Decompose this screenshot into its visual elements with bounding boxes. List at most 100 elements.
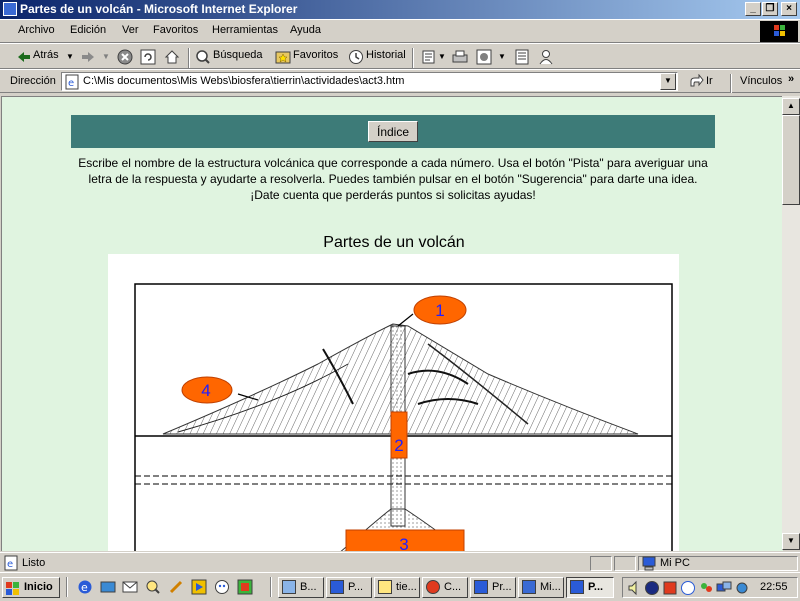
media-quicklaunch-icon[interactable] xyxy=(191,579,207,595)
go-button[interactable]: Ir xyxy=(706,75,713,87)
edit-icon[interactable] xyxy=(476,49,492,65)
vertical-scrollbar[interactable]: ▲ ▼ xyxy=(782,96,800,550)
paint-quicklaunch-icon[interactable] xyxy=(237,579,253,595)
scroll-down-button[interactable]: ▼ xyxy=(782,533,800,550)
task-button[interactable]: tie... xyxy=(374,577,420,598)
search-button[interactable]: Búsqueda xyxy=(213,49,263,61)
maximize-button[interactable]: ❐ xyxy=(762,2,778,16)
taskbar-separator xyxy=(66,577,68,597)
task-label: Pr... xyxy=(492,581,512,593)
tray-app-icon[interactable] xyxy=(644,580,660,596)
network-tray-icon[interactable] xyxy=(716,580,732,596)
task-button[interactable]: P... xyxy=(326,577,372,598)
antivirus-icon[interactable] xyxy=(662,580,678,596)
svg-text:e: e xyxy=(7,559,13,570)
zone-text: Mi PC xyxy=(660,557,690,569)
minimize-button[interactable]: _ xyxy=(745,2,761,16)
window-icon xyxy=(282,580,296,594)
messenger-quicklaunch-icon[interactable] xyxy=(214,579,230,595)
clock: 22:55 xyxy=(760,581,788,593)
edit-dropdown-icon[interactable]: ▼ xyxy=(498,52,506,61)
address-label: Dirección xyxy=(10,75,56,87)
taskbar: Inicio e B... P... tie... C... Pr... Mi.… xyxy=(0,572,800,601)
status-panel xyxy=(614,556,636,571)
task-button[interactable]: C... xyxy=(422,577,468,598)
start-button[interactable]: Inicio xyxy=(2,577,60,598)
task-label: P... xyxy=(588,581,604,593)
volcano-diagram: 1 4 2 3 xyxy=(108,254,679,551)
instructions-text: Escribe el nombre de la estructura volcá… xyxy=(78,156,708,202)
back-dropdown-icon[interactable]: ▼ xyxy=(66,52,74,61)
mail-dropdown-icon[interactable]: ▼ xyxy=(438,52,446,61)
close-button[interactable]: × xyxy=(781,2,797,16)
back-button[interactable]: Atrás xyxy=(33,49,59,61)
system-tray: 22:55 xyxy=(622,577,798,598)
label-4: 4 xyxy=(201,381,210,400)
task-label: Mi... xyxy=(540,581,561,593)
url-text[interactable]: C:\Mis documentos\Mis Webs\biosfera\tier… xyxy=(83,75,404,87)
task-button[interactable]: Mi... xyxy=(518,577,564,598)
address-input[interactable]: e C:\Mis documentos\Mis Webs\biosfera\ti… xyxy=(61,72,678,91)
favorites-button[interactable]: Favoritos xyxy=(293,49,338,61)
history-icon[interactable] xyxy=(348,49,364,65)
messenger-tray-icon[interactable] xyxy=(680,580,696,596)
volume-icon[interactable] xyxy=(626,580,642,596)
forward-dropdown-icon[interactable]: ▼ xyxy=(102,52,110,61)
forward-arrow-icon[interactable] xyxy=(80,49,96,65)
volcano-drawing: 1 4 2 3 xyxy=(134,283,673,551)
search-quicklaunch-icon[interactable] xyxy=(145,579,161,595)
favorites-icon[interactable] xyxy=(275,49,291,65)
tool-quicklaunch-icon[interactable] xyxy=(168,579,184,595)
index-button[interactable]: Índice xyxy=(368,121,418,142)
scroll-thumb[interactable] xyxy=(782,115,800,205)
label-1: 1 xyxy=(435,301,444,320)
discuss-icon[interactable] xyxy=(514,49,530,65)
go-arrow-icon[interactable] xyxy=(688,73,704,90)
messenger-icon[interactable] xyxy=(538,49,554,65)
print-icon[interactable] xyxy=(452,49,468,65)
menu-herramientas[interactable]: Herramientas xyxy=(212,24,278,36)
menu-ver[interactable]: Ver xyxy=(122,24,139,36)
task-label: tie... xyxy=(396,581,417,593)
ie-app-icon[interactable] xyxy=(3,2,17,16)
status-text: Listo xyxy=(22,557,46,569)
links-chevron-icon[interactable]: » xyxy=(788,73,794,85)
explorer-window-icon xyxy=(378,580,392,594)
mail-icon[interactable] xyxy=(421,49,437,65)
ie-window-icon xyxy=(330,580,344,594)
history-button[interactable]: Historial xyxy=(366,49,406,61)
links-button[interactable]: Vínculos xyxy=(740,75,782,87)
header-band: Índice xyxy=(71,115,715,148)
menu-archivo[interactable]: Archivo xyxy=(18,24,55,36)
address-bar: Dirección e C:\Mis documentos\Mis Webs\b… xyxy=(0,69,800,94)
task-label: P... xyxy=(348,581,364,593)
users-tray-icon[interactable] xyxy=(698,580,714,596)
back-arrow-icon[interactable] xyxy=(16,49,32,65)
task-button[interactable]: Pr... xyxy=(470,577,516,598)
title-bar[interactable]: Partes de un volcán - Microsoft Internet… xyxy=(0,0,800,19)
svg-text:e: e xyxy=(68,78,74,89)
ie-quicklaunch-icon[interactable]: e xyxy=(77,579,93,595)
menu-favoritos[interactable]: Favoritos xyxy=(153,24,198,36)
status-bar: e Listo Mi PC xyxy=(0,552,800,573)
address-dropdown-button[interactable]: ▼ xyxy=(660,73,676,90)
refresh-icon[interactable] xyxy=(140,49,156,65)
web-page-content: Índice Escribe el nombre de la estructur… xyxy=(1,96,783,551)
stop-icon[interactable] xyxy=(117,49,133,65)
taskbar-separator xyxy=(270,577,272,597)
status-panel xyxy=(590,556,612,571)
desktop-quicklaunch-icon[interactable] xyxy=(100,579,116,595)
menu-ayuda[interactable]: Ayuda xyxy=(290,24,321,36)
scroll-up-button[interactable]: ▲ xyxy=(782,98,800,115)
tray-tool-icon[interactable] xyxy=(734,580,750,596)
task-label: C... xyxy=(444,581,462,593)
task-button-active[interactable]: P... xyxy=(566,577,614,598)
standard-toolbar: Atrás ▼ ▼ Búsqueda Favoritos Historial ▼… xyxy=(0,43,800,69)
home-icon[interactable] xyxy=(164,49,180,65)
search-icon[interactable] xyxy=(195,49,211,65)
toolbar-separator xyxy=(412,48,414,68)
page-icon: e xyxy=(64,74,80,90)
menu-edicion[interactable]: Edición xyxy=(70,24,106,36)
outlook-quicklaunch-icon[interactable] xyxy=(122,579,138,595)
task-button[interactable]: B... xyxy=(278,577,324,598)
